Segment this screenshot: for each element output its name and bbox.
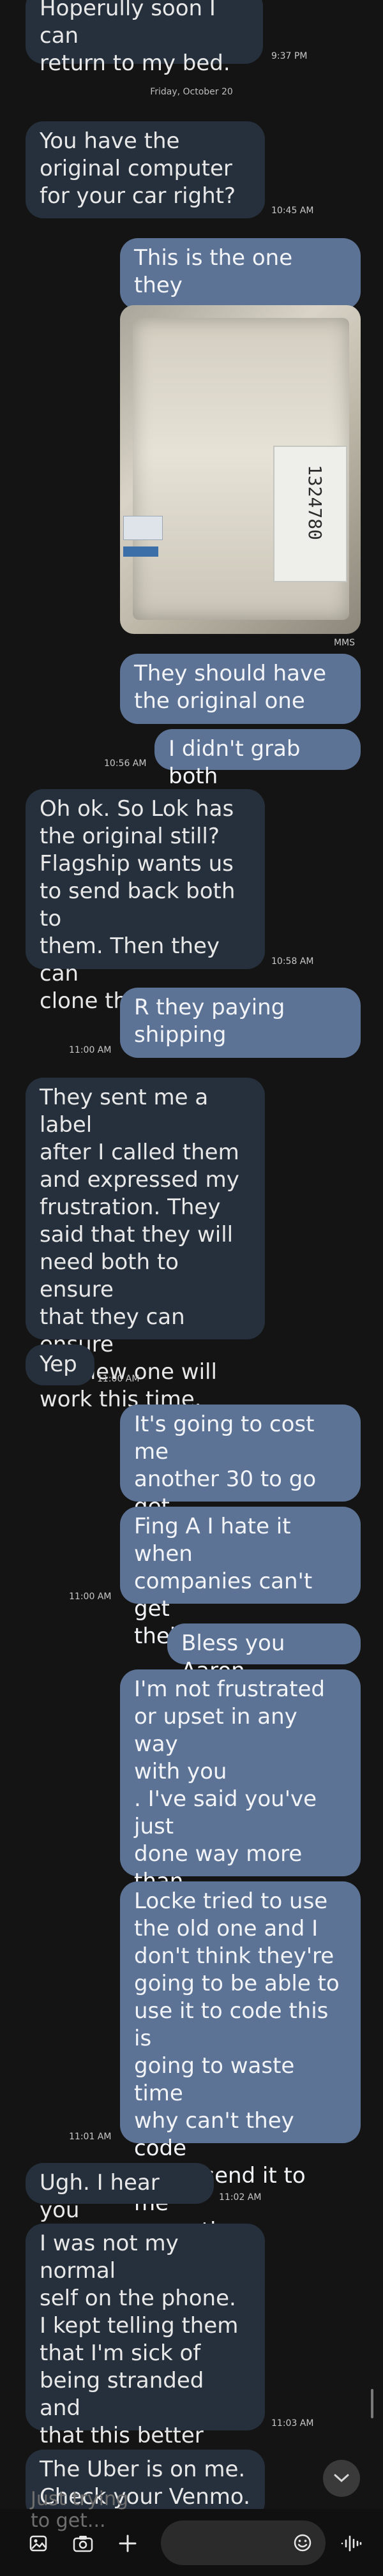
- attached-photo[interactable]: 1324780: [120, 305, 361, 634]
- scroll-down-icon: [334, 2474, 349, 2483]
- timestamp: 11:00 AM: [69, 1592, 112, 1602]
- timestamp: 11:02 AM: [219, 2192, 262, 2203]
- voice-button[interactable]: [337, 2529, 365, 2557]
- message-outgoing[interactable]: R they paying shipping: [120, 988, 361, 1058]
- timestamp: 11:01 AM: [69, 2132, 112, 2142]
- message-outgoing[interactable]: This is the one they gave me: [120, 238, 361, 326]
- voice-icon: [341, 2535, 362, 2552]
- gallery-icon: [29, 2535, 47, 2552]
- message-input[interactable]: [161, 2520, 326, 2565]
- emoji-button[interactable]: [289, 2529, 317, 2557]
- message-incoming[interactable]: Hoperully soon I can return to my bed.: [26, 0, 263, 76]
- emoji-icon: [294, 2534, 312, 2552]
- message-outgoing[interactable]: I'm not frustrated or upset in any way w…: [120, 1669, 361, 1949]
- photo-label-text: 1324780: [304, 465, 326, 541]
- camera-icon: [73, 2536, 93, 2552]
- message-incoming[interactable]: You have the original computer for your …: [26, 121, 265, 218]
- timestamp: 9:37 PM: [271, 51, 308, 61]
- timestamp: 10:56 AM: [104, 758, 147, 769]
- add-attachment-button[interactable]: [114, 2529, 142, 2557]
- scroll-indicator[interactable]: [371, 2389, 373, 2418]
- mms-label: MMS: [333, 638, 355, 648]
- message-outgoing[interactable]: Fing A I hate it when companies can't ge…: [120, 1507, 361, 1649]
- camera-button[interactable]: [69, 2529, 97, 2557]
- message-outgoing[interactable]: I didn't grab both: [154, 729, 361, 789]
- gallery-button[interactable]: [24, 2529, 52, 2557]
- timestamp: 11:00 AM: [69, 1045, 112, 1055]
- message-outgoing[interactable]: It's going to cost me another 30 to go g…: [120, 1405, 361, 1547]
- message-outgoing[interactable]: Bless you Aaron: [167, 1623, 361, 1683]
- compose-bar: Just trying to get...: [0, 2489, 383, 2576]
- timestamp: 10:58 AM: [271, 956, 314, 967]
- message-outgoing[interactable]: They should have the original one: [120, 654, 361, 724]
- compose-ghost-text: Just trying to get...: [31, 2488, 129, 2532]
- message-incoming[interactable]: Ugh. I hear you: [26, 2163, 214, 2223]
- message-incoming[interactable]: They sent me a label after I called them…: [26, 1078, 265, 1412]
- timestamp: 11:03 AM: [271, 2418, 314, 2429]
- message-incoming[interactable]: Yep: [26, 1344, 94, 1385]
- timestamp: 11:00 AM: [97, 1374, 140, 1384]
- scroll-down-button[interactable]: [323, 2460, 360, 2497]
- message-outgoing[interactable]: Locke tried to use the old one and I don…: [120, 1881, 361, 2243]
- timestamp: 10:45 AM: [271, 206, 314, 216]
- plus-icon: [119, 2535, 137, 2552]
- message-incoming[interactable]: I was not my normal self on the phone. I…: [26, 2224, 265, 2476]
- message-incoming[interactable]: Oh ok. So Lok has the original still? Fl…: [26, 789, 265, 1014]
- date-separator: Friday, October 20: [150, 87, 233, 97]
- message-thread[interactable]: Hoperully soon I can return to my bed. 9…: [0, 0, 383, 2520]
